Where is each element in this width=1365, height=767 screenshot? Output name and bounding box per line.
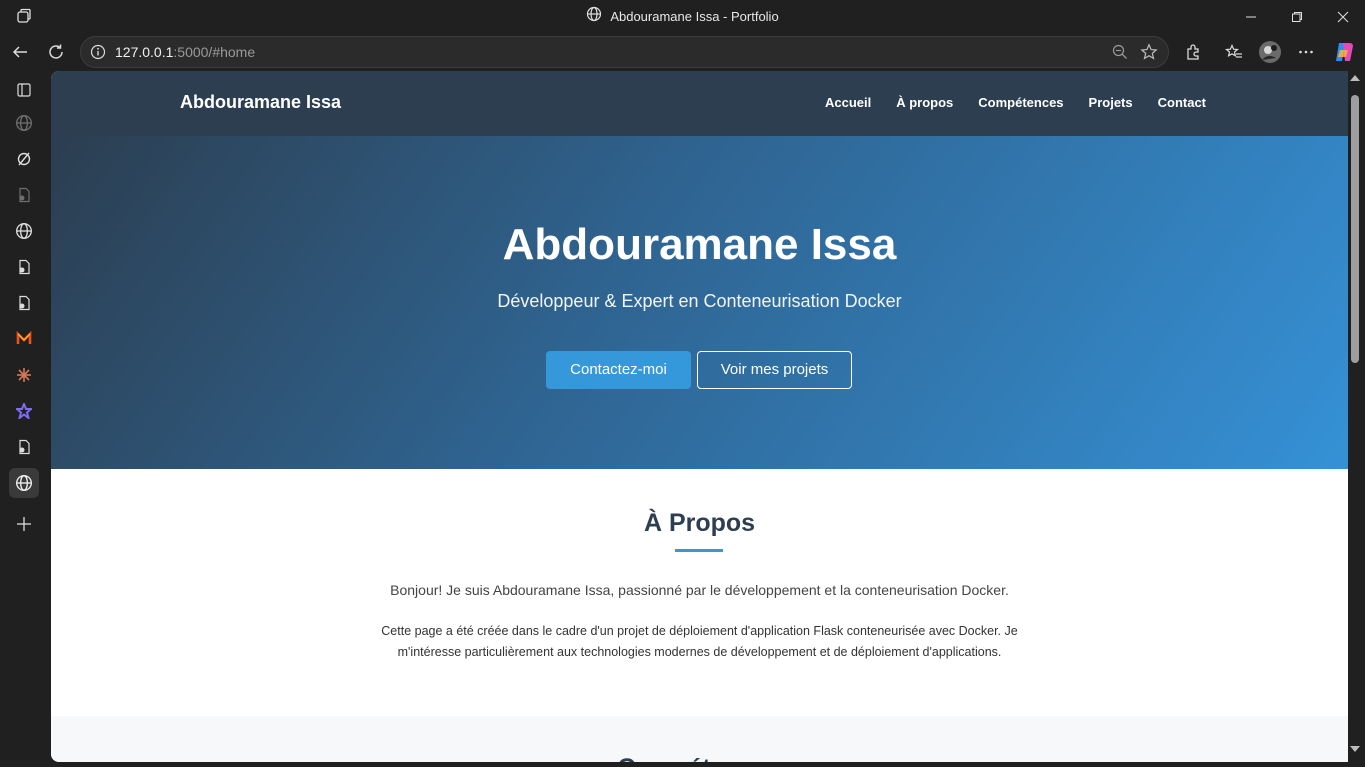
scroll-down-arrow[interactable]	[1350, 746, 1360, 752]
close-button[interactable]	[1320, 0, 1365, 33]
sidebar-mail-icon[interactable]	[9, 324, 39, 354]
page-scrollbar[interactable]	[1348, 71, 1365, 762]
extensions-icon[interactable]	[1179, 38, 1207, 66]
sidebar-globe-icon-2[interactable]	[9, 216, 39, 246]
site-navbar: Abdouramane Issa Accueil À propos Compét…	[51, 71, 1348, 136]
about-lead: Bonjour! Je suis Abdouramane Issa, passi…	[390, 582, 1009, 598]
sidebar-document-icon-2[interactable]	[9, 252, 39, 282]
minimize-button[interactable]	[1228, 0, 1274, 33]
sidebar-add-icon[interactable]	[9, 509, 39, 539]
nav-link-projets[interactable]: Projets	[1089, 95, 1133, 110]
window-title-text: Abdouramane Issa - Portfolio	[610, 9, 779, 24]
sidebar-document-icon[interactable]	[9, 180, 39, 210]
hero-subtitle: Développeur & Expert en Conteneurisation…	[497, 291, 902, 311]
zoom-out-icon[interactable]	[1112, 44, 1128, 65]
sidebar-panel-icon[interactable]	[9, 75, 39, 105]
page-viewport: Abdouramane Issa Accueil À propos Compét…	[51, 71, 1348, 762]
sidebar-app-icon[interactable]	[9, 144, 39, 174]
about-body: Cette page a été créée dans le cadre d'u…	[381, 624, 1018, 659]
nav-link-a-propos[interactable]: À propos	[896, 95, 953, 110]
skills-section: Compétences	[51, 716, 1348, 762]
about-heading: À Propos	[643, 509, 756, 537]
url-path: :5000/#home	[173, 44, 256, 60]
sidebar-star-app-icon[interactable]	[9, 396, 39, 426]
url-host: 127.0.0.1	[115, 44, 174, 60]
scrollbar-thumb[interactable]	[1351, 95, 1359, 363]
favorites-icon[interactable]	[1220, 38, 1248, 66]
window-title: Abdouramane Issa - Portfolio	[0, 0, 1365, 33]
profile-avatar[interactable]	[1256, 38, 1284, 66]
nav-link-competences[interactable]: Compétences	[978, 95, 1063, 110]
back-button[interactable]	[6, 38, 34, 66]
restore-button[interactable]	[1274, 0, 1320, 33]
refresh-button[interactable]	[42, 38, 70, 66]
site-nav-links: Accueil À propos Compétences Projets Con…	[825, 95, 1206, 110]
nav-link-contact[interactable]: Contact	[1158, 95, 1206, 110]
window-titlebar: Abdouramane Issa - Portfolio	[0, 0, 1365, 33]
nav-link-accueil[interactable]: Accueil	[825, 95, 871, 110]
favorite-star-icon[interactable]	[1140, 43, 1158, 66]
scroll-up-arrow[interactable]	[1350, 75, 1360, 81]
url-text[interactable]: 127.0.0.1:5000/#home	[115, 37, 255, 67]
heading-underline	[675, 549, 723, 552]
browser-toolbar: 127.0.0.1:5000/#home	[0, 33, 1365, 71]
globe-icon	[586, 1, 602, 34]
browser-sidebar	[0, 71, 48, 767]
skills-heading: Compétences	[51, 754, 1348, 762]
site-brand[interactable]: Abdouramane Issa	[180, 92, 341, 113]
about-section: À Propos Bonjour! Je suis Abdouramane Is…	[51, 469, 1348, 716]
sidebar-document-icon-4[interactable]	[9, 432, 39, 462]
hero-title: Abdouramane Issa	[502, 220, 897, 269]
site-info-icon[interactable]	[90, 44, 106, 65]
sidebar-globe-active-icon[interactable]	[9, 468, 39, 498]
hero-section: Abdouramane Issa Développeur & Expert en…	[51, 136, 1348, 469]
copilot-icon[interactable]	[1330, 38, 1358, 66]
more-menu-icon[interactable]	[1292, 38, 1320, 66]
sidebar-burst-icon[interactable]	[9, 360, 39, 390]
sidebar-document-icon-3[interactable]	[9, 288, 39, 318]
contact-button[interactable]: Contactez-moi	[546, 351, 691, 389]
projects-button[interactable]: Voir mes projets	[697, 351, 852, 389]
address-bar[interactable]: 127.0.0.1:5000/#home	[80, 36, 1169, 68]
sidebar-globe-icon[interactable]	[9, 108, 39, 138]
